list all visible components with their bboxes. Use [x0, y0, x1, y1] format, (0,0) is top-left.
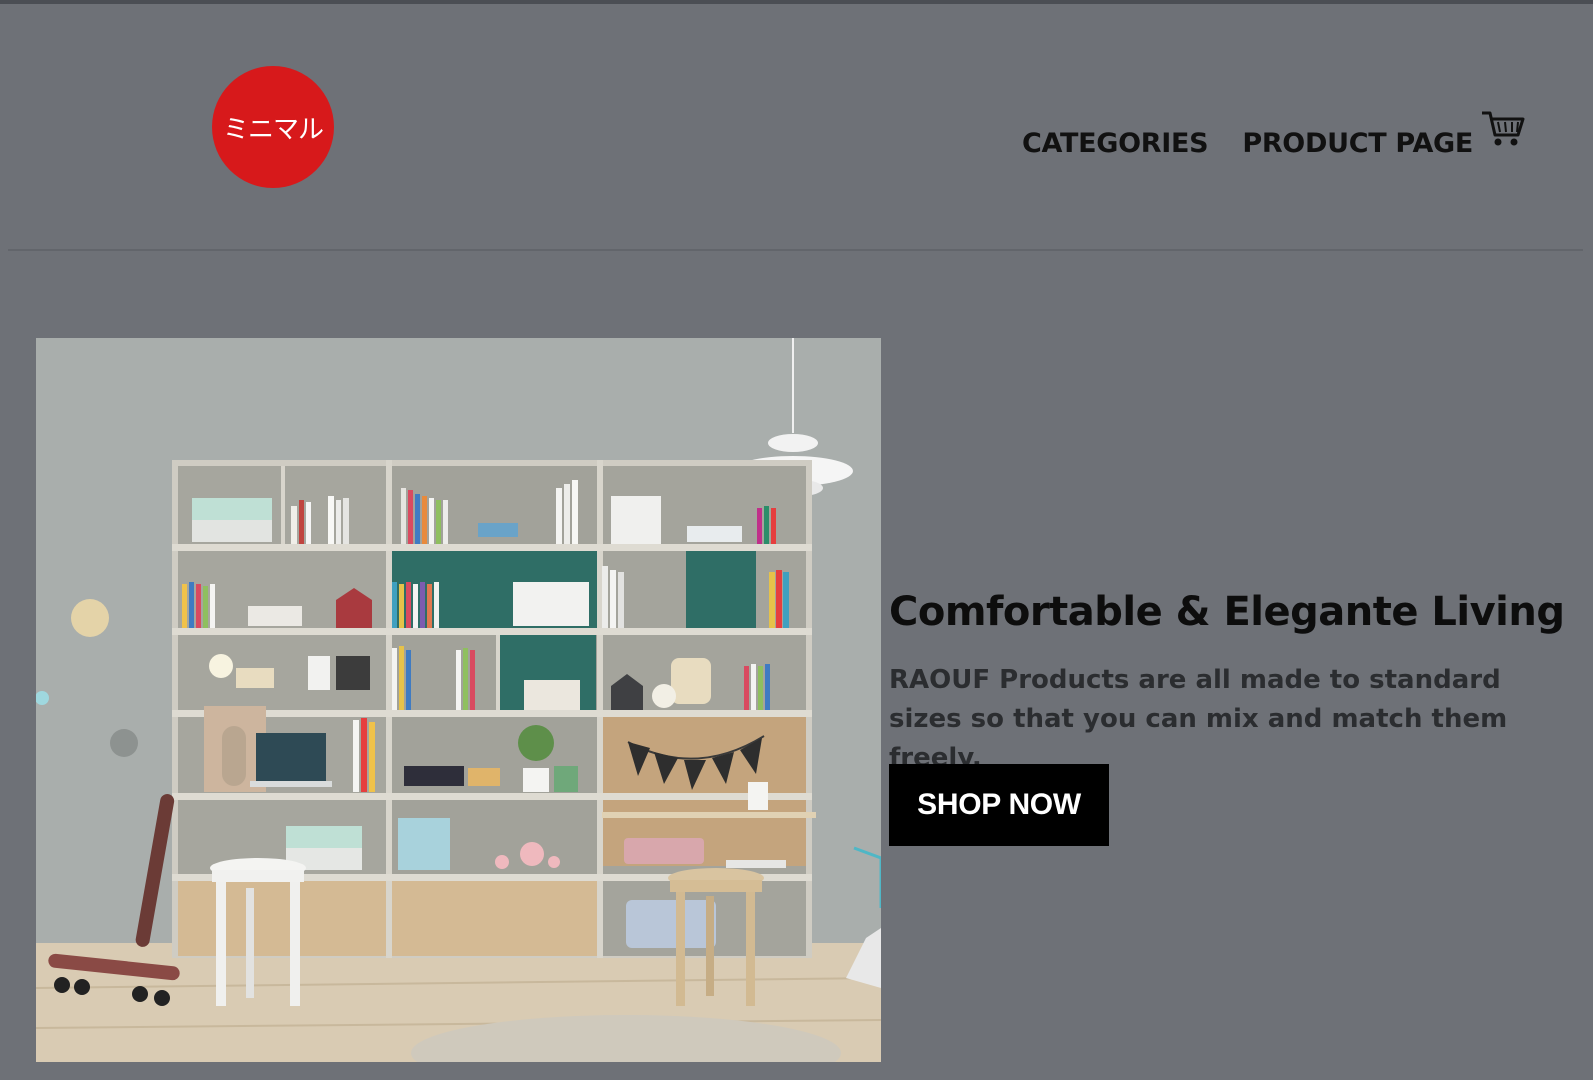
hero-title: Comfortable & Elegante Living [889, 589, 1565, 635]
hero-text-block: Comfortable & Elegante Living RAOUF Prod… [889, 589, 1569, 778]
main-nav: CATEGORIES PRODUCT PAGE [1022, 128, 1473, 159]
brand-logo[interactable]: ミニマル [212, 66, 334, 188]
hero-image [36, 338, 881, 1062]
cart-icon-graphic [1482, 111, 1525, 146]
living-room-illustration [36, 338, 881, 1062]
shopping-cart-icon[interactable] [1480, 108, 1526, 150]
nav-product-page-link[interactable]: PRODUCT PAGE [1242, 128, 1473, 159]
hero-description: RAOUF Products are all made to standard … [889, 665, 1508, 773]
nav-categories-link[interactable]: CATEGORIES [1022, 128, 1209, 159]
shop-now-button[interactable]: SHOP NOW [889, 764, 1109, 846]
